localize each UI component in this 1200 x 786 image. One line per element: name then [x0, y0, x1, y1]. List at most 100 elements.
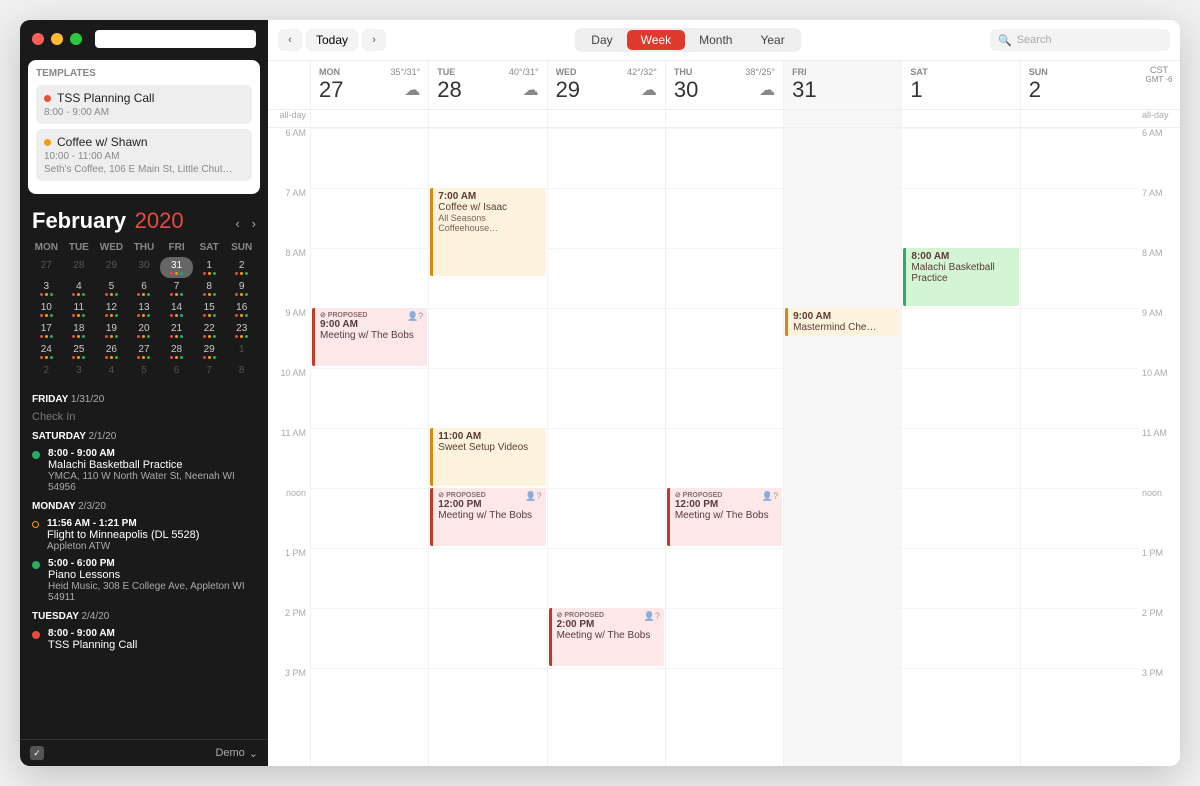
template-item[interactable]: TSS Planning Call 8:00 - 9:00 AM: [36, 85, 252, 124]
footer-checkbox[interactable]: ✓: [30, 746, 44, 760]
maximize-button[interactable]: [70, 33, 82, 45]
mini-day[interactable]: 13: [128, 299, 161, 320]
calendar-event[interactable]: 9:00 AM Mastermind Che…: [785, 308, 900, 336]
agenda-item[interactable]: 8:00 - 9:00 AMTSS Planning Call: [32, 628, 256, 651]
day-header[interactable]: MON35°/31° 27 ☁: [310, 61, 428, 109]
day-column[interactable]: ⊘ PROPOSED 👤? 12:00 PM Meeting w/ The Bo…: [665, 128, 783, 766]
mini-day[interactable]: 21: [160, 320, 193, 341]
mini-day[interactable]: 12: [95, 299, 128, 320]
agenda-list: FRIDAY 1/31/20Check In SATURDAY 2/1/20 8…: [20, 380, 268, 739]
day-column[interactable]: [1020, 128, 1138, 766]
search-field[interactable]: 🔍 Search: [990, 29, 1170, 51]
mini-day[interactable]: 28: [63, 257, 96, 278]
search-icon: 🔍: [998, 34, 1012, 47]
close-button[interactable]: [32, 33, 44, 45]
mini-day[interactable]: 4: [63, 278, 96, 299]
time-gutter-right: 6 AM7 AM8 AM9 AM10 AM11 AMnoon1 PM2 PM3 …: [1138, 128, 1180, 766]
agenda-item[interactable]: 8:00 - 9:00 AMMalachi Basketball Practic…: [32, 448, 256, 493]
all-day-cell[interactable]: [901, 110, 1019, 127]
mini-day[interactable]: 7: [193, 362, 226, 380]
mini-day[interactable]: 16: [225, 299, 258, 320]
day-header[interactable]: THU38°/25° 30 ☁: [665, 61, 783, 109]
mini-day[interactable]: 18: [63, 320, 96, 341]
mini-day[interactable]: 26: [95, 341, 128, 362]
calendar-event[interactable]: 8:00 AM Malachi Basketball Practice: [903, 248, 1018, 306]
all-day-cell[interactable]: [547, 110, 665, 127]
mini-day[interactable]: 17: [30, 320, 63, 341]
mini-day[interactable]: 1: [193, 257, 226, 278]
mini-day[interactable]: 30: [128, 257, 161, 278]
all-day-cell[interactable]: [665, 110, 783, 127]
next-week-button[interactable]: ›: [362, 29, 386, 51]
mini-day[interactable]: 6: [160, 362, 193, 380]
today-button[interactable]: Today: [306, 29, 358, 51]
all-day-cell[interactable]: [1020, 110, 1138, 127]
all-day-cell[interactable]: [310, 110, 428, 127]
calendar-event[interactable]: ⊘ PROPOSED 👤? 2:00 PM Meeting w/ The Bob…: [549, 608, 664, 666]
mini-day[interactable]: 9: [225, 278, 258, 299]
mini-day[interactable]: 23: [225, 320, 258, 341]
view-month[interactable]: Month: [685, 30, 746, 50]
mini-day[interactable]: 2: [30, 362, 63, 380]
mini-day[interactable]: 29: [95, 257, 128, 278]
mini-day[interactable]: 6: [128, 278, 161, 299]
mini-day[interactable]: 28: [160, 341, 193, 362]
calendar-set-label[interactable]: Demo: [215, 747, 244, 759]
view-week[interactable]: Week: [627, 30, 685, 50]
view-year[interactable]: Year: [746, 30, 798, 50]
mini-day[interactable]: 2: [225, 257, 258, 278]
calendar-event[interactable]: 11:00 AM Sweet Setup Videos: [430, 428, 545, 486]
mini-prev-button[interactable]: ‹: [235, 216, 239, 231]
agenda-item[interactable]: 11:56 AM - 1:21 PMFlight to Minneapolis …: [32, 518, 256, 552]
calendar-event[interactable]: ⊘ PROPOSED 👤? 12:00 PM Meeting w/ The Bo…: [430, 488, 545, 546]
mini-day[interactable]: 24: [30, 341, 63, 362]
mini-day[interactable]: 22: [193, 320, 226, 341]
day-column[interactable]: 8:00 AM Malachi Basketball Practice: [901, 128, 1019, 766]
cloud-icon: ☁: [404, 80, 420, 100]
day-column[interactable]: 7:00 AM Coffee w/ Isaac All Seasons Coff…: [428, 128, 546, 766]
mini-day[interactable]: 5: [95, 278, 128, 299]
day-header[interactable]: TUE40°/31° 28 ☁: [428, 61, 546, 109]
mini-day[interactable]: 1: [225, 341, 258, 362]
prev-week-button[interactable]: ‹: [278, 29, 302, 51]
day-header[interactable]: SAT 1: [901, 61, 1019, 109]
day-header[interactable]: FRI 31: [783, 61, 901, 109]
mini-next-button[interactable]: ›: [252, 216, 256, 231]
mini-day[interactable]: 7: [160, 278, 193, 299]
mini-day[interactable]: 8: [193, 278, 226, 299]
mini-day[interactable]: 27: [128, 341, 161, 362]
day-header[interactable]: SUN 2: [1020, 61, 1138, 109]
mini-day[interactable]: 10: [30, 299, 63, 320]
calendar-event[interactable]: ⊘ PROPOSED 👤? 9:00 AM Meeting w/ The Bob…: [312, 308, 427, 366]
mini-day[interactable]: 3: [63, 362, 96, 380]
day-column[interactable]: ⊘ PROPOSED 👤? 2:00 PM Meeting w/ The Bob…: [547, 128, 665, 766]
sidebar-search[interactable]: [95, 30, 256, 48]
all-day-cell[interactable]: [428, 110, 546, 127]
mini-day[interactable]: 19: [95, 320, 128, 341]
template-item[interactable]: Coffee w/ Shawn 10:00 - 11:00 AM Seth's …: [36, 129, 252, 181]
all-day-cell[interactable]: [783, 110, 901, 127]
mini-day[interactable]: 27: [30, 257, 63, 278]
day-header[interactable]: WED42°/32° 29 ☁: [547, 61, 665, 109]
view-day[interactable]: Day: [577, 30, 626, 50]
mini-day[interactable]: 5: [128, 362, 161, 380]
agenda-item[interactable]: 5:00 - 6:00 PMPiano LessonsHeid Music, 3…: [32, 558, 256, 603]
mini-day[interactable]: 25: [63, 341, 96, 362]
calendar-event[interactable]: 7:00 AM Coffee w/ Isaac All Seasons Coff…: [430, 188, 545, 276]
minimize-button[interactable]: [51, 33, 63, 45]
mini-day[interactable]: 4: [95, 362, 128, 380]
day-column[interactable]: ⊘ PROPOSED 👤? 9:00 AM Meeting w/ The Bob…: [310, 128, 428, 766]
day-column[interactable]: 9:00 AM Mastermind Che…: [783, 128, 901, 766]
sidebar: TEMPLATES TSS Planning Call 8:00 - 9:00 …: [20, 20, 268, 766]
mini-day[interactable]: 3: [30, 278, 63, 299]
timezone-label[interactable]: CST GMT -6: [1138, 61, 1180, 109]
mini-day[interactable]: 31: [160, 257, 193, 278]
agenda-day: MONDAY 2/3/20 11:56 AM - 1:21 PMFlight t…: [32, 501, 256, 603]
mini-day[interactable]: 29: [193, 341, 226, 362]
mini-day[interactable]: 20: [128, 320, 161, 341]
mini-day[interactable]: 14: [160, 299, 193, 320]
mini-day[interactable]: 15: [193, 299, 226, 320]
mini-day[interactable]: 11: [63, 299, 96, 320]
calendar-event[interactable]: ⊘ PROPOSED 👤? 12:00 PM Meeting w/ The Bo…: [667, 488, 782, 546]
mini-day[interactable]: 8: [225, 362, 258, 380]
